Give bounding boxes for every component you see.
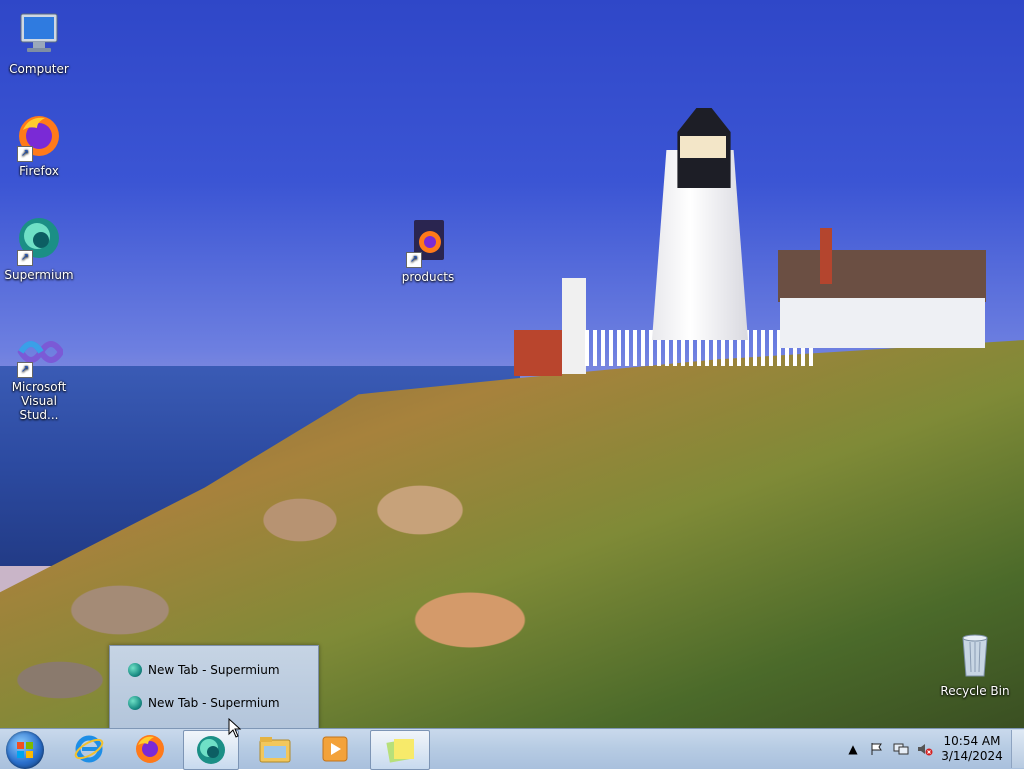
firefox-icon bbox=[136, 735, 164, 763]
taskbar-media-player[interactable] bbox=[308, 730, 362, 768]
desktop-icon-visual-studio[interactable]: ↗ Microsoft Visual Stud... bbox=[1, 328, 77, 422]
wallpaper-shed bbox=[514, 330, 562, 376]
window-list-item-label: New Tab - Supermium bbox=[148, 696, 280, 710]
desktop-icon-supermium[interactable]: ↗ Supermium bbox=[1, 216, 77, 282]
shortcut-arrow-icon: ↗ bbox=[17, 362, 33, 378]
desktop-icon-label: Computer bbox=[9, 62, 69, 76]
sticky-notes-icon bbox=[386, 739, 414, 763]
desktop-icon-label: Firefox bbox=[19, 164, 59, 178]
system-tray: ▲ 10:54 AM 3/14/2024 bbox=[841, 729, 1024, 769]
desktop-icon-recycle-bin[interactable]: Recycle Bin bbox=[937, 632, 1013, 698]
taskbar-clock[interactable]: 10:54 AM 3/14/2024 bbox=[937, 734, 1007, 764]
taskbar-sticky-notes[interactable] bbox=[370, 730, 430, 770]
shortcut-arrow-icon: ↗ bbox=[17, 250, 33, 266]
firefox-document-icon: ↗ bbox=[404, 218, 452, 268]
wallpaper-lighthouse-lamp bbox=[680, 136, 726, 158]
computer-icon bbox=[15, 10, 63, 58]
mouse-cursor-icon bbox=[228, 718, 242, 738]
taskbar: ▲ 10:54 AM 3/14/2024 bbox=[0, 728, 1024, 770]
show-desktop-button[interactable] bbox=[1011, 730, 1024, 768]
firefox-icon: ↗ bbox=[15, 112, 63, 162]
show-hidden-icons-chevron-icon[interactable]: ▲ bbox=[844, 740, 862, 758]
desktop-icon-label: Recycle Bin bbox=[940, 684, 1010, 698]
desktop-icon-computer[interactable]: Computer bbox=[1, 10, 77, 76]
supermium-icon: ↗ bbox=[15, 216, 63, 266]
wallpaper-small-tower bbox=[562, 278, 586, 374]
visual-studio-icon: ↗ bbox=[15, 328, 65, 378]
desktop-icon-label: Microsoft Visual Stud... bbox=[11, 380, 67, 422]
taskbar-file-explorer[interactable] bbox=[248, 730, 302, 768]
clock-time: 10:54 AM bbox=[943, 734, 1001, 748]
internet-explorer-icon bbox=[74, 735, 104, 763]
desktop-icon-label: products bbox=[401, 270, 455, 284]
window-list-item[interactable]: New Tab - Supermium bbox=[128, 660, 280, 680]
action-center-flag-icon[interactable] bbox=[868, 740, 886, 758]
taskbar-internet-explorer[interactable] bbox=[62, 730, 116, 768]
desktop-wallpaper bbox=[0, 0, 1024, 728]
wallpaper-house-roof bbox=[778, 250, 986, 302]
shortcut-arrow-icon: ↗ bbox=[17, 146, 33, 162]
start-button[interactable] bbox=[6, 731, 44, 769]
desktop-icon-label: Supermium bbox=[4, 268, 74, 282]
supermium-icon bbox=[197, 736, 225, 764]
network-icon[interactable] bbox=[892, 740, 910, 758]
volume-muted-icon[interactable] bbox=[916, 740, 934, 758]
desktop-icon-products[interactable]: ↗ products bbox=[390, 218, 466, 284]
window-list-item[interactable]: New Tab - Supermium bbox=[128, 693, 280, 713]
supermium-icon bbox=[128, 696, 142, 710]
wallpaper-house bbox=[780, 298, 985, 348]
file-explorer-icon bbox=[259, 737, 291, 763]
windows-logo-icon bbox=[17, 742, 33, 758]
shortcut-arrow-icon: ↗ bbox=[406, 252, 422, 268]
window-list-item-label: New Tab - Supermium bbox=[148, 663, 280, 677]
taskbar-window-list-popup: New Tab - Supermium New Tab - Supermium bbox=[109, 645, 319, 729]
desktop-icon-firefox[interactable]: ↗ Firefox bbox=[1, 112, 77, 178]
recycle-bin-icon bbox=[951, 632, 999, 680]
media-player-icon bbox=[322, 736, 348, 762]
supermium-icon bbox=[128, 663, 142, 677]
taskbar-firefox[interactable] bbox=[123, 730, 177, 768]
wallpaper-chimney bbox=[820, 228, 832, 284]
clock-date: 3/14/2024 bbox=[941, 749, 1003, 763]
